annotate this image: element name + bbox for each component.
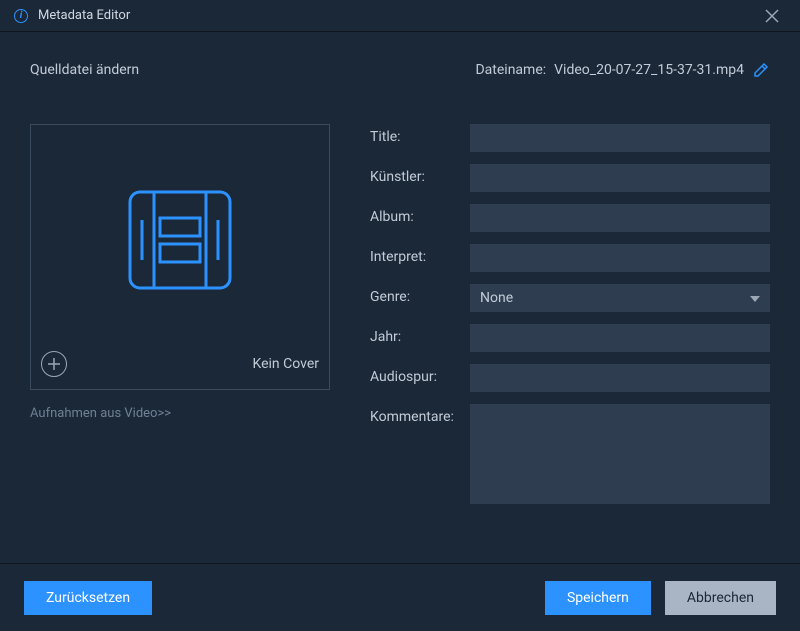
cover-box: Kein Cover [30, 124, 330, 390]
year-input[interactable] [470, 324, 770, 352]
filename-label: Dateiname: [475, 62, 546, 78]
cover-footer: Kein Cover [39, 347, 321, 381]
filename-value: Video_20-07-27_15-37-31.mp4 [554, 62, 744, 78]
interpret-label: Interpret: [370, 244, 470, 265]
field-row-year: Jahr: [370, 324, 770, 352]
save-button[interactable]: Speichern [545, 581, 651, 615]
comments-label: Kommentare: [370, 404, 470, 425]
close-button[interactable] [758, 2, 786, 30]
audiotrack-label: Audiospur: [370, 364, 470, 385]
footer: Zurücksetzen Speichern Abbrechen [0, 563, 800, 631]
artist-input[interactable] [470, 164, 770, 192]
edit-filename-button[interactable] [752, 61, 770, 79]
interpret-input[interactable] [470, 244, 770, 272]
album-input[interactable] [470, 204, 770, 232]
plus-icon [47, 357, 61, 371]
field-row-comments: Kommentare: [370, 404, 770, 504]
reset-button[interactable]: Zurücksetzen [24, 581, 152, 615]
cover-placeholder [39, 133, 321, 347]
comments-textarea[interactable] [470, 404, 770, 504]
title-input[interactable] [470, 124, 770, 152]
metadata-editor-window: Metadata Editor Quelldatei ändern Datein… [0, 0, 800, 631]
year-label: Jahr: [370, 324, 470, 345]
change-source-label: Quelldatei ändern [30, 62, 139, 78]
titlebar: Metadata Editor [0, 0, 800, 32]
genre-label: Genre: [370, 284, 470, 305]
genre-value: None [480, 290, 513, 306]
film-strip-icon [120, 180, 240, 300]
title-label: Title: [370, 124, 470, 145]
field-row-artist: Künstler: [370, 164, 770, 192]
field-row-title: Title: [370, 124, 770, 152]
header: Quelldatei ändern Dateiname: Video_20-07… [0, 46, 800, 94]
cancel-button[interactable]: Abbrechen [665, 581, 776, 615]
album-label: Album: [370, 204, 470, 225]
audiotrack-input[interactable] [470, 364, 770, 392]
content-area: Kein Cover Aufnahmen aus Video>> Title: … [0, 94, 800, 563]
add-cover-button[interactable] [41, 351, 67, 377]
info-icon [14, 9, 28, 23]
pencil-icon [753, 62, 769, 78]
window-title: Metadata Editor [38, 8, 130, 23]
field-row-interpret: Interpret: [370, 244, 770, 272]
field-row-audiotrack: Audiospur: [370, 364, 770, 392]
artist-label: Künstler: [370, 164, 470, 185]
cover-column: Kein Cover Aufnahmen aus Video>> [30, 124, 330, 553]
fields-column: Title: Künstler: Album: Interpret: Genre… [370, 124, 770, 553]
no-cover-label: Kein Cover [253, 356, 320, 372]
capture-from-video-link[interactable]: Aufnahmen aus Video>> [30, 406, 330, 421]
field-row-genre: Genre: None [370, 284, 770, 312]
filename-section: Dateiname: Video_20-07-27_15-37-31.mp4 [475, 61, 770, 79]
chevron-down-icon [750, 290, 760, 306]
field-row-album: Album: [370, 204, 770, 232]
close-icon [764, 8, 780, 24]
genre-select[interactable]: None [470, 284, 770, 312]
